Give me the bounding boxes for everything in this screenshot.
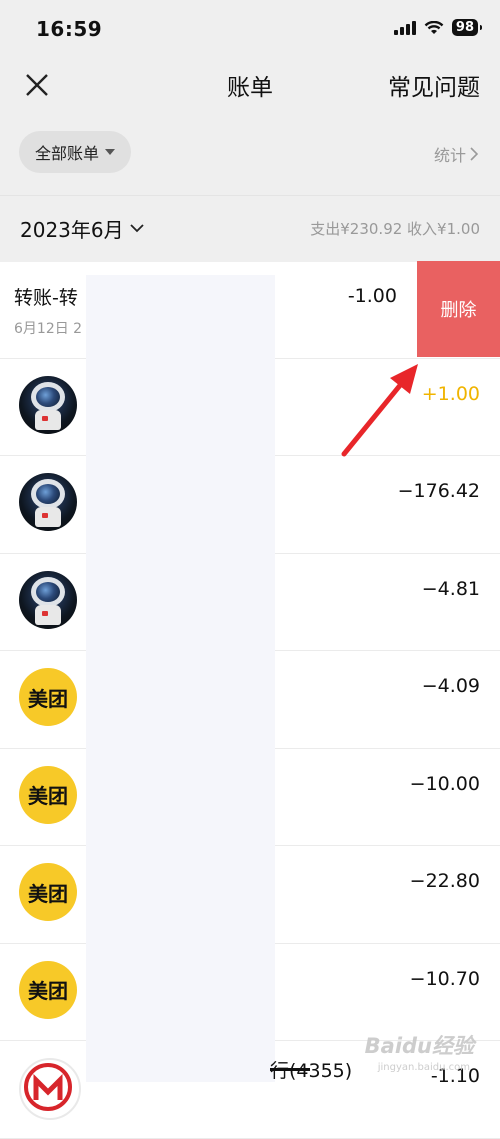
transaction-amount: −4.09 <box>421 675 480 697</box>
transaction-amount: -1.00 <box>347 285 397 307</box>
caret-down-icon <box>105 149 116 155</box>
bank-logo <box>19 1058 81 1120</box>
signal-icon <box>393 20 416 35</box>
astronaut-avatar <box>19 473 77 531</box>
transaction-amount: −176.42 <box>397 480 480 502</box>
status-time: 16:59 <box>36 17 103 41</box>
transaction-amount: −10.00 <box>409 772 480 795</box>
nav-bar: 账单 常见问题 <box>0 60 500 120</box>
transaction-amount: −4.81 <box>421 577 480 600</box>
delete-button[interactable]: 删除 <box>417 261 500 357</box>
bill-filter-dropdown[interactable]: 全部账单 <box>19 131 132 173</box>
transaction-amount: −10.70 <box>409 967 480 990</box>
meituan-logo: 美团 <box>19 765 77 824</box>
chevron-right-icon <box>470 147 478 161</box>
strike-mark <box>270 1068 310 1071</box>
month-header: 2023年6月 支出¥230.92 收入¥1.00 <box>0 195 500 262</box>
transaction-amount: −22.80 <box>409 870 480 892</box>
stats-link[interactable]: 统计 <box>434 142 478 166</box>
battery-indicator: 98 <box>451 19 483 36</box>
stats-label: 统计 <box>433 146 466 165</box>
month-label: 2023年6月 <box>20 218 124 242</box>
faq-link[interactable]: 常见问题 <box>388 68 480 102</box>
status-icons: 98 <box>393 19 483 36</box>
astronaut-avatar <box>19 375 77 434</box>
month-summary: 支出¥230.92 收入¥1.00 <box>310 220 480 238</box>
meituan-logo: 美团 <box>19 668 77 726</box>
baidu-watermark-url: jingyan.baidu.com <box>377 1062 470 1073</box>
redaction-overlay <box>86 275 275 1082</box>
meituan-logo: 美团 <box>19 960 77 1019</box>
transaction-title: 转账-转 <box>14 287 78 309</box>
meituan-logo: 美团 <box>19 863 77 921</box>
astronaut-avatar <box>19 570 77 629</box>
red-arrow-annotation <box>341 364 418 457</box>
wifi-icon <box>424 20 444 34</box>
chevron-down-icon <box>129 224 144 233</box>
filter-bar: 全部账单 统计 <box>0 120 500 195</box>
baidu-watermark: Baidu经验 <box>364 1034 474 1058</box>
status-bar: 16:59 98 <box>0 0 500 60</box>
month-selector[interactable]: 2023年6月 <box>20 214 144 243</box>
transaction-date: 6月12日 2 <box>14 321 83 337</box>
transaction-amount: +1.00 <box>421 382 480 405</box>
bill-filter-label: 全部账单 <box>35 144 100 163</box>
